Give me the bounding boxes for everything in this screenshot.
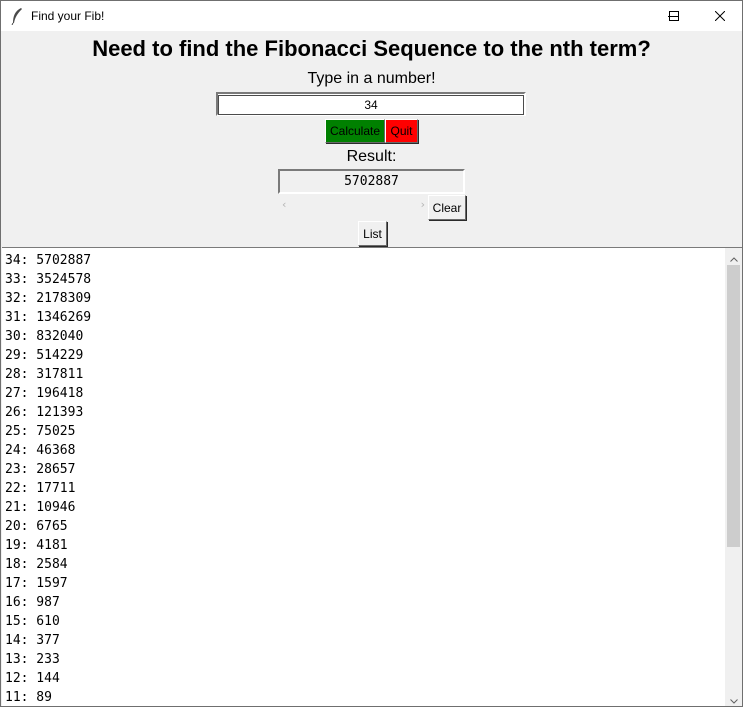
list-item[interactable]: 20: 6765 [5, 517, 725, 536]
scroll-up-button[interactable] [725, 248, 742, 265]
result-label: Result: [346, 148, 397, 165]
maximize-icon [669, 11, 679, 21]
list-item[interactable]: 29: 514229 [5, 346, 725, 365]
result-value: 5702887 [278, 169, 465, 194]
list-item[interactable]: 19: 4181 [5, 536, 725, 555]
number-entry-frame [216, 92, 526, 116]
vertical-scrollbar[interactable] [725, 247, 742, 706]
title-bar[interactable]: Find your Fib! [1, 1, 742, 31]
horizontal-scrollbar[interactable]: ‹ › [280, 196, 427, 212]
list-item[interactable]: 27: 196418 [5, 384, 725, 403]
list-item[interactable]: 24: 46368 [5, 441, 725, 460]
maximize-button[interactable] [651, 1, 697, 31]
fibonacci-listbox[interactable]: 34: 5702887 33: 3524578 32: 2178309 31: 134… [2, 247, 725, 706]
window-title: Find your Fib! [31, 9, 105, 23]
list-item[interactable]: 30: 832040 [5, 327, 725, 346]
number-input[interactable] [218, 95, 524, 115]
list-button[interactable]: List [358, 221, 387, 246]
clear-button[interactable]: Clear [428, 195, 466, 220]
list-item[interactable]: 26: 121393 [5, 403, 725, 422]
list-item[interactable]: 21: 10946 [5, 498, 725, 517]
app-window: Find your Fib! Need to find the Fibonacc… [0, 0, 743, 707]
list-item[interactable]: 32: 2178309 [5, 289, 725, 308]
prompt-label: Type in a number! [307, 70, 436, 87]
list-item[interactable]: 16: 987 [5, 593, 725, 612]
list-item[interactable]: 34: 5702887 [5, 251, 725, 270]
list-item[interactable]: 13: 233 [5, 650, 725, 669]
scroll-thumb[interactable] [727, 265, 740, 547]
fibonacci-list: 34: 5702887 33: 3524578 32: 2178309 31: 134… [2, 248, 725, 706]
list-item[interactable]: 33: 3524578 [5, 270, 725, 289]
close-icon [715, 11, 725, 21]
scroll-left-icon[interactable]: ‹ [282, 198, 286, 211]
list-item[interactable]: 12: 144 [5, 669, 725, 688]
list-item[interactable]: 28: 317811 [5, 365, 725, 384]
list-item[interactable]: 22: 17711 [5, 479, 725, 498]
list-item[interactable]: 31: 1346269 [5, 308, 725, 327]
list-item[interactable]: 11: 89 [5, 688, 725, 706]
chevron-down-icon [729, 689, 738, 706]
list-item[interactable]: 17: 1597 [5, 574, 725, 593]
list-item[interactable]: 25: 75025 [5, 422, 725, 441]
list-item[interactable]: 15: 610 [5, 612, 725, 631]
calculate-button[interactable]: Calculate [325, 119, 385, 143]
scroll-down-button[interactable] [725, 689, 742, 706]
list-item[interactable]: 18: 2584 [5, 555, 725, 574]
feather-icon [10, 7, 24, 26]
close-button[interactable] [697, 1, 742, 31]
list-item[interactable]: 14: 377 [5, 631, 725, 650]
list-item[interactable]: 23: 28657 [5, 460, 725, 479]
chevron-up-icon [729, 247, 738, 266]
scroll-right-icon[interactable]: › [421, 198, 425, 211]
page-heading: Need to find the Fibonacci Sequence to t… [92, 36, 651, 61]
quit-button[interactable]: Quit [385, 119, 418, 143]
